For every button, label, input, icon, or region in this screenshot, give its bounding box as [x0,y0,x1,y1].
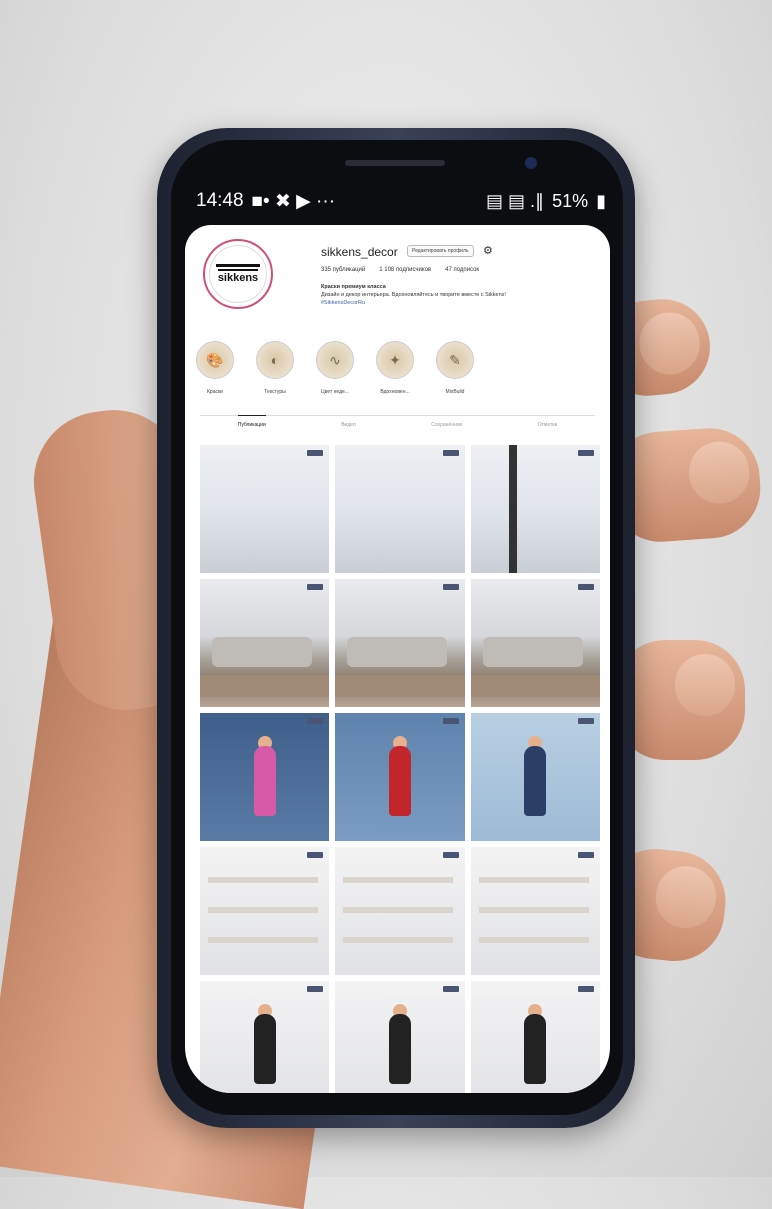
highlight-textures[interactable]: ◐ Текстуры [251,341,299,395]
profile-avatar[interactable]: sikkens [203,239,273,309]
sikkens-watermark [307,584,324,590]
settings-gear-icon[interactable]: ⚙ [483,244,493,257]
sikkens-watermark [577,986,594,992]
highlight-inspiration[interactable]: ✦ Вдохновен... [371,341,419,395]
highlight-label: Краски [207,389,223,395]
sikkens-watermark [307,718,324,724]
post-empty-room-2[interactable] [335,445,465,573]
highlight-label: Вдохновен... [380,389,410,395]
bio-name: Краски премиум класса [321,284,386,290]
tab-tagged[interactable]: Отметки [538,416,558,436]
highlight-label: Текстуры [264,389,286,395]
post-grid [200,445,600,1093]
bio-hashtag-link[interactable]: #SikkensDecorRu [321,299,581,307]
highlight-kraski[interactable]: 🎨 Краски [191,341,239,395]
battery-icon: ▮ [596,190,606,211]
highlight-mixbuild[interactable]: ✎ MixBuild [431,341,479,395]
signature-icon: ∿ [316,341,354,379]
followers-count[interactable]: 1 108 подписчиков [379,267,431,273]
front-camera [525,157,537,169]
phone-speaker [345,160,445,166]
following-count[interactable]: 47 подписок [445,267,479,273]
edit-profile-button[interactable]: Редактировать профиль [407,245,474,257]
sikkens-watermark [442,986,459,992]
sikkens-watermark [577,584,594,590]
post-living-room-2[interactable] [335,579,465,707]
post-living-room-3[interactable] [470,579,600,707]
sikkens-watermark [442,718,459,724]
paint-palette-icon: 🎨 [196,341,234,379]
signal-icons: ▤ ▤ .∥ [486,190,545,211]
post-studio-team-3[interactable] [470,981,600,1093]
post-studio-shelves-3[interactable] [470,847,600,975]
post-living-room-1[interactable] [200,579,330,707]
sikkens-watermark [577,852,594,858]
post-empty-room-3[interactable] [470,445,600,573]
tab-video[interactable]: Видео [341,416,356,436]
sikkens-watermark [442,584,459,590]
logo-bar [216,264,260,267]
tab-saved[interactable]: Сохранённое [431,416,462,436]
highlight-label: Цвет неде... [321,389,349,395]
post-woman-paint-chart[interactable] [470,713,600,841]
profile-bio: Краски премиум класса Дизайн и декор инт… [321,283,581,307]
sikkens-watermark [442,852,459,858]
post-woman-blue-wall[interactable] [200,713,330,841]
profile-stats: 335 публикаций 1 108 подписчиков 47 подп… [321,267,479,273]
sikkens-watermark [577,718,594,724]
status-time: 14:48 [196,190,244,211]
highlight-label: MixBuild [445,389,465,395]
post-studio-team-2[interactable] [335,981,465,1093]
profile-username: sikkens_decor [321,245,398,259]
tab-posts[interactable]: Публикации [237,415,266,436]
post-woman-red-jacket[interactable] [335,713,465,841]
posts-count[interactable]: 335 публикаций [321,267,365,273]
profile-tabs: Публикации Видео Сохранённое Отметки [200,415,595,436]
sparkle-icon: ✦ [376,341,414,379]
sikkens-watermark [307,852,324,858]
sikkens-watermark [577,450,594,456]
sikkens-watermark [307,450,324,456]
post-studio-shelves-2[interactable] [335,847,465,975]
sikkens-watermark [442,450,459,456]
battery-level: 51% [552,190,589,211]
notification-icons: ■• ✖ ▶ ··· [251,190,336,212]
logo-text: sikkens [217,269,259,284]
post-studio-shelves-1[interactable] [200,847,330,975]
post-studio-team-1[interactable] [200,981,330,1093]
highlight-color-week[interactable]: ∿ Цвет неде... [311,341,359,395]
instagram-profile-screen: sikkens sikkens_decor Редактировать проф… [185,225,610,1093]
post-empty-room-1[interactable] [200,445,330,573]
sikkens-logo: sikkens [209,245,267,303]
sikkens-watermark [307,986,324,992]
status-bar: 14:48 ■• ✖ ▶ ··· ▤ ▤ .∥ 51% ▮ [196,186,606,216]
texture-icon: ◐ [256,341,294,379]
bio-text: Дизайн и декор интерьера. Вдохновляйтесь… [321,292,506,298]
brush-icon: ✎ [436,341,474,379]
